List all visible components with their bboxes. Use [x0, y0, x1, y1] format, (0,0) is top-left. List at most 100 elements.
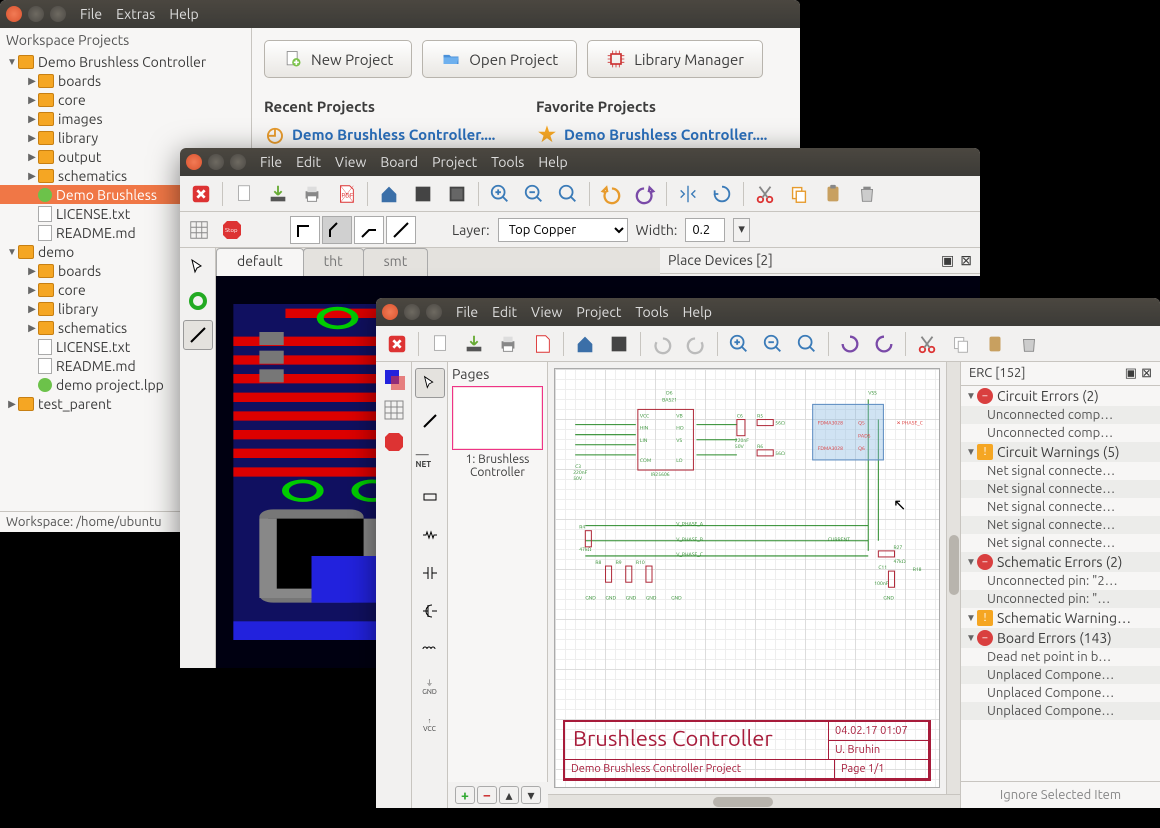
erc-item[interactable]: Unplaced Compone… [961, 702, 1160, 720]
inductor-tool-icon[interactable] [415, 634, 445, 664]
page-thumbnail[interactable] [452, 386, 543, 450]
select-tool-icon[interactable] [183, 252, 213, 282]
route-45-icon[interactable] [322, 216, 352, 244]
stop-icon[interactable]: Stop [220, 218, 244, 242]
flip-h-icon[interactable] [673, 179, 703, 209]
menu-edit[interactable]: Edit [492, 304, 517, 320]
tab-default[interactable]: default [216, 248, 304, 276]
zoom-out-icon[interactable] [758, 329, 788, 359]
zoom-fit-icon[interactable] [553, 179, 583, 209]
menu-file[interactable]: File [260, 154, 282, 170]
width-input[interactable] [685, 218, 725, 242]
tree-row[interactable]: ▶boards [0, 71, 251, 90]
zoom-in-icon[interactable] [724, 329, 754, 359]
minimize-icon[interactable] [208, 154, 224, 170]
layer-color-icon[interactable] [383, 368, 405, 393]
grid-icon[interactable] [186, 217, 212, 243]
minimize-icon[interactable] [404, 304, 420, 320]
erc-group[interactable]: ▼!Circuit Warnings (5) [961, 442, 1160, 462]
zoom-in-icon[interactable] [485, 179, 515, 209]
minimize-icon[interactable] [28, 6, 44, 22]
cut-icon[interactable] [912, 329, 942, 359]
wire-tool-icon[interactable] [415, 406, 445, 436]
erc-group[interactable]: ▼−Schematic Errors (2) [961, 552, 1160, 572]
erc-item[interactable]: Unconnected pin: "… [961, 590, 1160, 608]
schematic-canvas[interactable]: VCCVB HINHO LINVS COMLO IR25606 C6220nF5… [554, 368, 940, 788]
tree-row[interactable]: ▼Demo Brushless Controller [0, 52, 251, 71]
pdf-export-icon[interactable] [527, 329, 557, 359]
route-90-icon[interactable] [290, 216, 320, 244]
layer-select[interactable]: Top Copper [498, 218, 628, 242]
board-view-icon[interactable] [604, 329, 634, 359]
erc-item[interactable]: Net signal connecte… [961, 462, 1160, 480]
menu-edit[interactable]: Edit [296, 154, 321, 170]
dock-undock-icon[interactable]: ▣ [1125, 366, 1137, 380]
menu-project[interactable]: Project [432, 154, 477, 170]
erc-group[interactable]: ▼!Schematic Warning… [961, 608, 1160, 628]
redo-icon[interactable] [681, 329, 711, 359]
recent-project-link[interactable]: ◴Demo Brushless Controller.... [264, 123, 516, 145]
zoom-fit-icon[interactable] [792, 329, 822, 359]
erc-item[interactable]: Net signal connecte… [961, 480, 1160, 498]
board-icon[interactable] [442, 179, 472, 209]
route-45b-icon[interactable] [354, 216, 384, 244]
menu-project[interactable]: Project [576, 304, 621, 320]
library-manager-button[interactable]: Library Manager [587, 40, 763, 78]
schematic-scrollbar-h[interactable] [548, 794, 960, 808]
pdf-export-icon[interactable]: PDF [331, 179, 361, 209]
menu-extras[interactable]: Extras [116, 6, 155, 22]
new-icon[interactable] [425, 329, 455, 359]
menu-help[interactable]: Help [169, 6, 198, 22]
erc-group[interactable]: ▼−Board Errors (143) [961, 628, 1160, 648]
route-free-icon[interactable] [386, 216, 416, 244]
home-icon[interactable] [374, 179, 404, 209]
tree-row[interactable]: ▶core [0, 90, 251, 109]
new-project-button[interactable]: New Project [264, 40, 412, 78]
stop-icon[interactable] [382, 430, 406, 454]
erc-item[interactable]: Unconnected comp… [961, 424, 1160, 442]
abort-button[interactable] [186, 179, 216, 209]
add-page-icon[interactable]: + [455, 786, 475, 804]
dock-close-icon[interactable]: ⊠ [1141, 366, 1152, 380]
maximize-icon[interactable] [426, 304, 442, 320]
tree-row[interactable]: ▶library [0, 128, 251, 147]
dock-close-icon[interactable]: ⊠ [960, 252, 972, 268]
print-icon[interactable] [297, 179, 327, 209]
undo-icon[interactable] [647, 329, 677, 359]
erc-ignore-button[interactable]: Ignore Selected Item [961, 781, 1160, 808]
erc-item[interactable]: Unconnected comp… [961, 406, 1160, 424]
grid-icon[interactable] [383, 399, 405, 424]
remove-page-icon[interactable]: − [477, 786, 497, 804]
dock-undock-icon[interactable]: ▣ [941, 252, 954, 268]
via-tool-icon[interactable] [183, 286, 213, 316]
zoom-out-icon[interactable] [519, 179, 549, 209]
tab-tht[interactable]: tht [303, 248, 364, 276]
schematic-icon[interactable] [408, 179, 438, 209]
page-up-icon[interactable]: ▴ [499, 786, 519, 804]
paste-icon[interactable] [818, 179, 848, 209]
delete-icon[interactable] [852, 179, 882, 209]
select-tool-icon[interactable] [415, 368, 445, 398]
erc-item[interactable]: Net signal connecte… [961, 498, 1160, 516]
menu-view[interactable]: View [531, 304, 562, 320]
menu-tools[interactable]: Tools [491, 154, 524, 170]
open-project-button[interactable]: Open Project [422, 40, 577, 78]
menu-help[interactable]: Help [683, 304, 712, 320]
copy-icon[interactable] [946, 329, 976, 359]
menu-help[interactable]: Help [538, 154, 567, 170]
capacitor-pol-tool-icon[interactable] [415, 596, 445, 626]
trace-tool-icon[interactable] [183, 320, 213, 350]
gnd-tool-icon[interactable]: ⏚GND [415, 672, 445, 702]
delete-icon[interactable] [1014, 329, 1044, 359]
component-tool-icon[interactable] [415, 482, 445, 512]
menu-board[interactable]: Board [380, 154, 418, 170]
menu-file[interactable]: File [80, 6, 102, 22]
erc-tree[interactable]: ▼−Circuit Errors (2)Unconnected comp…Unc… [961, 386, 1160, 781]
maximize-icon[interactable] [230, 154, 246, 170]
save-icon[interactable] [459, 329, 489, 359]
copy-icon[interactable] [784, 179, 814, 209]
close-icon[interactable] [6, 6, 22, 22]
netlabel-tool-icon[interactable]: ⸺NET [415, 444, 445, 474]
erc-group[interactable]: ▼−Circuit Errors (2) [961, 386, 1160, 406]
erc-item[interactable]: Unplaced Compone… [961, 666, 1160, 684]
